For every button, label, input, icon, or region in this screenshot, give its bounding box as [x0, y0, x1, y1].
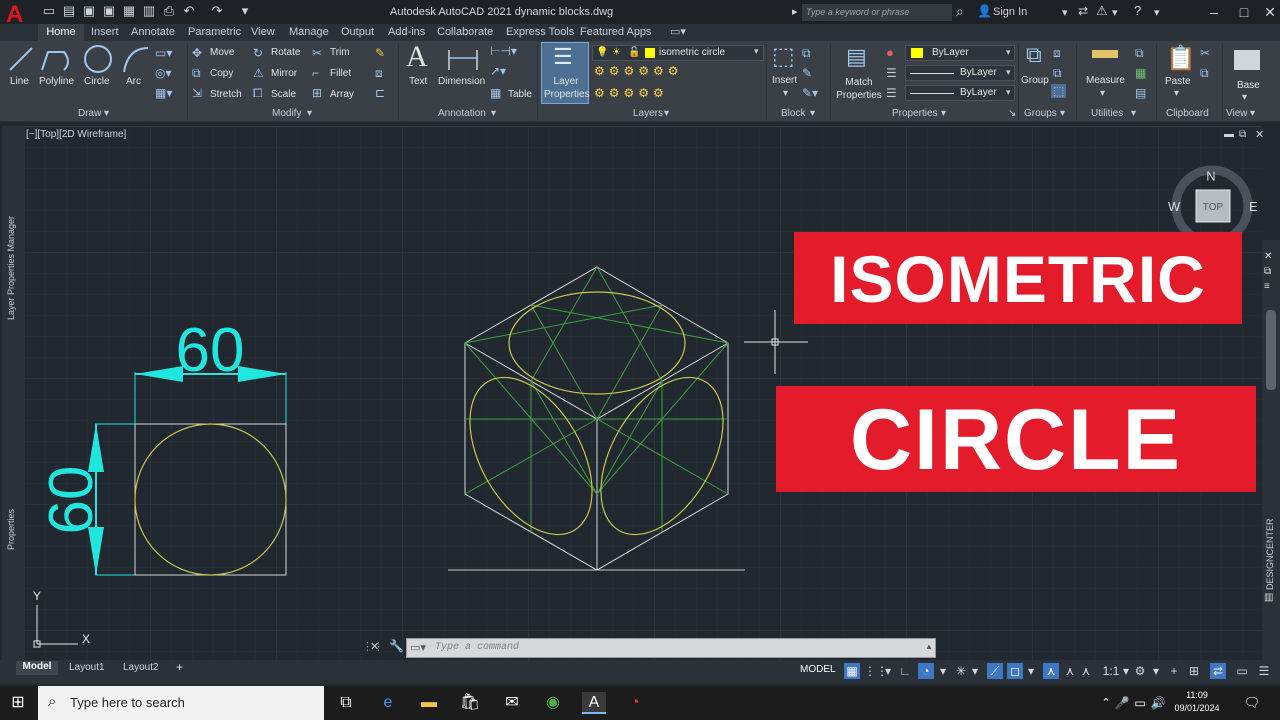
viewcube-face-label: TOP: [1203, 202, 1224, 213]
grid-toggle-icon[interactable]: ▦: [844, 663, 860, 679]
annotation-scale-icon[interactable]: ⋏: [1078, 663, 1094, 679]
ucs-y-label: Y: [33, 589, 41, 603]
mail-icon[interactable]: ✉: [500, 692, 524, 714]
palette-close-icon[interactable]: ✕: [1264, 251, 1272, 262]
cube-top-edges: [464, 342, 729, 420]
microsoft-store-icon[interactable]: 🛍: [458, 692, 482, 714]
screen-recorder-icon[interactable]: ◔: [623, 692, 647, 714]
tab-layout1[interactable]: Layout1: [69, 662, 105, 676]
clock-time: 11:09: [1186, 690, 1208, 700]
taskbar-search-icon: ⌕: [48, 693, 57, 710]
viewcube-north: N: [1206, 168, 1215, 183]
viewcube-east: E: [1249, 199, 1258, 214]
workspace-gear-icon[interactable]: ⚙: [1132, 663, 1148, 679]
file-explorer-icon[interactable]: ▬: [417, 692, 441, 714]
palette-scrollbar[interactable]: [1266, 310, 1276, 390]
workspace-dropdown-icon[interactable]: ▾: [1148, 663, 1164, 679]
square-outline: [134, 423, 287, 576]
viewcube-west: W: [1168, 199, 1181, 214]
volume-icon[interactable]: 🔊: [1146, 692, 1170, 714]
tab-model[interactable]: Model: [16, 661, 58, 675]
customization-menu-icon[interactable]: ☰: [1256, 663, 1272, 679]
object-snap-icon[interactable]: ◻: [1007, 663, 1023, 679]
object-snap-dropdown-icon[interactable]: ▾: [1023, 663, 1039, 679]
object-snap-tracking-icon[interactable]: ⟋: [987, 663, 1003, 679]
clean-screen-icon[interactable]: ▭: [1234, 663, 1250, 679]
ortho-mode-icon[interactable]: ∟: [897, 663, 913, 679]
ucs-icon: [33, 605, 78, 648]
auto-scale-icon[interactable]: ⋏: [1062, 663, 1078, 679]
construction-lines: [464, 266, 729, 532]
isolate-objects-icon[interactable]: ⇄: [1210, 663, 1226, 679]
cad-geometry: 60 60 Y X: [33, 266, 808, 648]
command-input[interactable]: Type a command: [435, 642, 519, 653]
isometric-cube: [448, 266, 745, 571]
chrome-icon[interactable]: ◉: [541, 692, 565, 714]
ucs-x-label: X: [82, 632, 90, 646]
dim-arrow-top: [88, 424, 104, 472]
command-history-icon[interactable]: ▲: [925, 642, 933, 651]
command-customize-icon[interactable]: 🔧: [389, 639, 404, 653]
polar-dropdown-icon[interactable]: ▾: [935, 663, 951, 679]
notifications-icon[interactable]: 🗨: [1240, 692, 1264, 714]
tab-layout2[interactable]: Layout2: [123, 662, 159, 676]
taskbar-clock[interactable]: 11:09 09/01/2024: [1172, 689, 1222, 715]
horizontal-dim-text: 60: [176, 316, 245, 385]
isodraft-dropdown-icon[interactable]: ▾: [967, 663, 983, 679]
designcenter-tab[interactable]: DESIGNCENTER: [1265, 510, 1275, 590]
command-close-icon[interactable]: ✕: [370, 640, 379, 653]
add-layout-icon[interactable]: +: [176, 660, 183, 674]
edge-browser-icon[interactable]: e: [376, 692, 400, 714]
inscribed-circle: [134, 423, 287, 576]
title-badge-isometric: ISOMETRIC: [794, 232, 1242, 324]
designcenter-icon[interactable]: ▥: [1264, 592, 1273, 603]
annotation-visibility-icon[interactable]: ⋏: [1043, 663, 1059, 679]
vertical-dim-text: 60: [37, 466, 106, 535]
title-badge-circle: CIRCLE: [776, 386, 1256, 492]
autocad-taskbar-icon[interactable]: A: [582, 692, 606, 714]
taskbar-search-input[interactable]: Type here to search: [38, 686, 324, 720]
model-space-toggle[interactable]: MODEL: [800, 664, 840, 675]
task-view-icon[interactable]: ⧉: [334, 692, 358, 714]
palette-autohide-icon[interactable]: ⧉: [1264, 266, 1271, 277]
square-with-circle: 60 60: [37, 316, 287, 576]
windows-start-icon[interactable]: ⊞: [6, 692, 30, 714]
clock-date: 09/01/2024: [1174, 703, 1220, 713]
units-icon[interactable]: ⊞: [1186, 663, 1202, 679]
palette-properties-icon[interactable]: ≡: [1264, 281, 1270, 292]
dim-arrow-right: [238, 366, 286, 382]
annotation-monitor-icon[interactable]: +: [1166, 663, 1182, 679]
snap-dropdown-icon[interactable]: ▾: [880, 663, 896, 679]
polar-tracking-icon[interactable]: ◔: [918, 663, 934, 679]
recent-commands-icon[interactable]: ▭▾: [410, 641, 426, 654]
top-isometric-ellipse: [508, 291, 686, 395]
snap-mode-icon[interactable]: ⋮⋮: [864, 663, 888, 679]
